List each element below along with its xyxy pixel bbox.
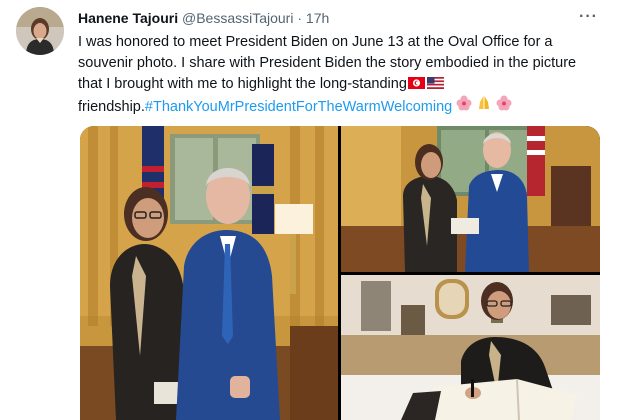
more-dots-icon[interactable]: ··· xyxy=(579,8,598,26)
tweet-text: I was honored to meet President Biden on… xyxy=(78,32,598,118)
tunisia-flag-icon xyxy=(407,77,425,89)
hibiscus-icon xyxy=(456,95,472,111)
photo-handing-gift[interactable] xyxy=(341,126,600,272)
tweet-body: I was honored to meet President Biden on… xyxy=(78,34,577,92)
usa-flag-icon xyxy=(426,77,444,89)
tweet-header: Hanene Tajouri @BessassiTajouri · 17h xyxy=(78,10,329,26)
tweet-time[interactable]: 17h xyxy=(306,10,329,26)
author-handle[interactable]: @BessassiTajouri xyxy=(182,10,293,26)
header-separator: · xyxy=(297,10,303,26)
tweet-body-end: friendship. xyxy=(78,99,145,115)
media-grid xyxy=(80,126,600,420)
photo-main-portrait[interactable] xyxy=(80,126,338,420)
hashtag-link[interactable]: #ThankYouMrPresidentForTheWarmWelcoming xyxy=(145,99,452,115)
photo-signing-book[interactable] xyxy=(341,275,600,420)
folded-hands-icon xyxy=(476,95,492,111)
author-avatar[interactable] xyxy=(16,7,64,55)
author-name[interactable]: Hanene Tajouri xyxy=(78,10,178,26)
hibiscus-icon xyxy=(496,95,512,111)
